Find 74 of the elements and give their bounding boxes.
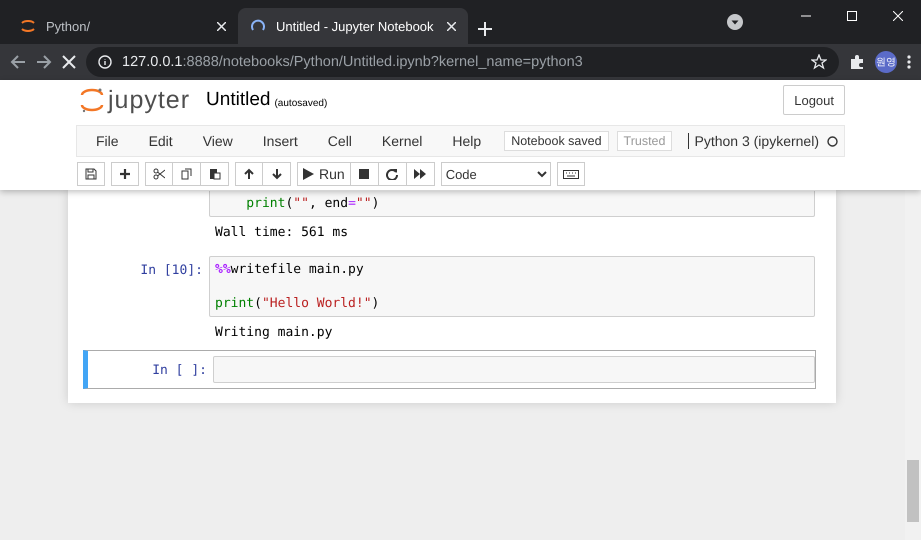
menu-item[interactable]: View	[188, 133, 248, 149]
menu-item[interactable]: Edit	[134, 133, 188, 149]
menu-item[interactable]: Kernel	[366, 133, 438, 149]
address-bar[interactable]: 127.0.0.1:8888/notebooks/Python/Untitled.ipynb?kernel_name=python3	[86, 47, 839, 77]
profile-avatar[interactable]: 원영	[875, 51, 897, 73]
kernel-name: Python 3 (ipykernel)	[688, 133, 819, 149]
move-up-button[interactable]	[235, 162, 263, 186]
jupyter-logo-icon	[80, 87, 104, 113]
notebook-cell[interactable]: In [10]: %%writefile main.py print("Hello World!") Writing main.py	[83, 250, 816, 350]
jupyter-logo-icon	[20, 18, 36, 34]
logout-button[interactable]: Logout	[783, 85, 845, 115]
code-input[interactable]: %%writefile main.py print("Hello World!")	[209, 256, 815, 317]
stop-button[interactable]	[350, 162, 379, 186]
input-prompt: In [10]:	[139, 262, 204, 280]
logo-text: jupyter	[108, 86, 190, 114]
keyboard-icon	[562, 168, 579, 180]
tab-title: Python/	[46, 18, 92, 34]
notebook-cell[interactable]: print("", end="") Wall time: 561 ms	[83, 190, 816, 250]
bookmark-star-icon[interactable]	[811, 54, 827, 70]
add-cell-icon	[119, 168, 131, 180]
notebook-status: Notebook saved	[504, 131, 609, 151]
run-all-button[interactable]	[406, 162, 435, 186]
stop-loading-icon[interactable]	[62, 55, 76, 69]
stop-icon	[358, 168, 370, 180]
run-button[interactable]: Run	[297, 162, 351, 186]
cut-icon	[153, 168, 165, 180]
code-line: print("", end="")	[245, 195, 380, 212]
run-all-icon	[414, 168, 426, 180]
close-tab-icon[interactable]	[217, 22, 226, 30]
scrollbar-thumb[interactable]	[907, 460, 919, 522]
info-icon	[98, 55, 112, 69]
input-prompt: In [ ]:	[151, 362, 208, 380]
url-text: 127.0.0.1:8888/notebooks/Python/Untitled.ipynb?kernel_name=python3	[122, 54, 584, 70]
back-arrow-icon[interactable]	[10, 54, 26, 70]
move-up-icon	[243, 168, 255, 180]
menu-item[interactable]: Cell	[312, 133, 367, 149]
copy-button[interactable]	[173, 162, 201, 186]
maximize-icon[interactable]	[847, 11, 857, 21]
browser-tab[interactable]: Untitled - Jupyter Notebook	[238, 8, 468, 44]
move-down-icon	[270, 168, 282, 180]
add-cell-button[interactable]	[111, 162, 139, 186]
code-line: %%writefile main.py print("Hello World!")	[215, 261, 380, 312]
save-icon	[85, 168, 97, 180]
copy-icon	[180, 168, 192, 180]
save-status: (autosaved)	[274, 98, 328, 108]
menu-item[interactable]: Insert	[248, 133, 313, 149]
move-down-button[interactable]	[263, 162, 291, 186]
play-icon	[303, 168, 314, 180]
forward-arrow-icon[interactable]	[36, 54, 52, 70]
more-options-icon[interactable]	[907, 54, 911, 70]
cell-output: Wall time: 561 ms	[214, 224, 350, 242]
selected-cell[interactable]: In [ ]:	[83, 350, 816, 389]
puzzle-piece-icon[interactable]	[849, 54, 865, 70]
keyboard-button[interactable]	[556, 162, 585, 186]
save-button[interactable]	[77, 162, 105, 186]
browser-tab[interactable]: Python/	[8, 8, 238, 44]
new-tab-icon[interactable]	[478, 22, 492, 36]
code-input[interactable]: print("", end="")	[209, 191, 815, 217]
cut-button[interactable]	[145, 162, 173, 186]
notebook-name[interactable]: Untitled	[206, 89, 270, 111]
tab-title: Untitled - Jupyter Notebook	[276, 18, 435, 34]
kernel-idle-icon	[827, 136, 838, 146]
restart-icon	[386, 168, 398, 180]
cell-type-dropdown[interactable]: Code	[440, 162, 551, 186]
tab-search-icon[interactable]	[727, 14, 743, 30]
paste-button[interactable]	[201, 162, 229, 186]
menu-item[interactable]: Help	[437, 133, 496, 149]
code-input[interactable]	[213, 356, 815, 383]
cell-output: Writing main.py	[214, 324, 334, 342]
paste-icon	[208, 168, 220, 180]
menu-item[interactable]: File	[81, 133, 134, 149]
close-icon[interactable]	[893, 11, 903, 21]
restart-button[interactable]	[378, 162, 407, 186]
close-tab-icon[interactable]	[447, 22, 456, 30]
